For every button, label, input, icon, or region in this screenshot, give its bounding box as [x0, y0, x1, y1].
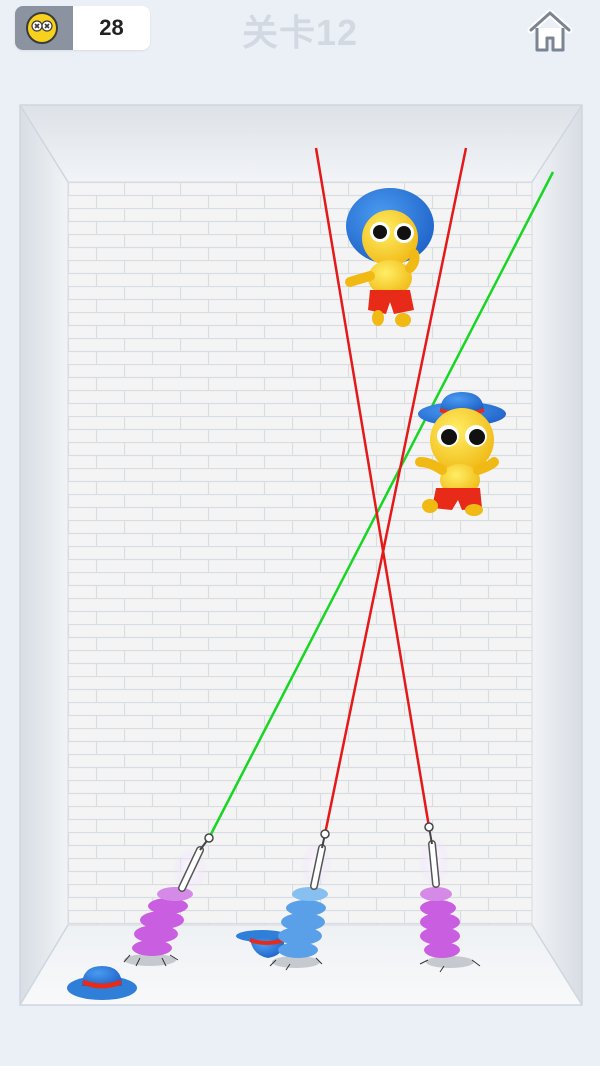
left-wall: [20, 105, 68, 1005]
right-wall: [532, 105, 582, 1005]
ceiling: [20, 105, 582, 182]
game-scene: [19, 104, 583, 1006]
brick-back-wall: [68, 182, 532, 925]
